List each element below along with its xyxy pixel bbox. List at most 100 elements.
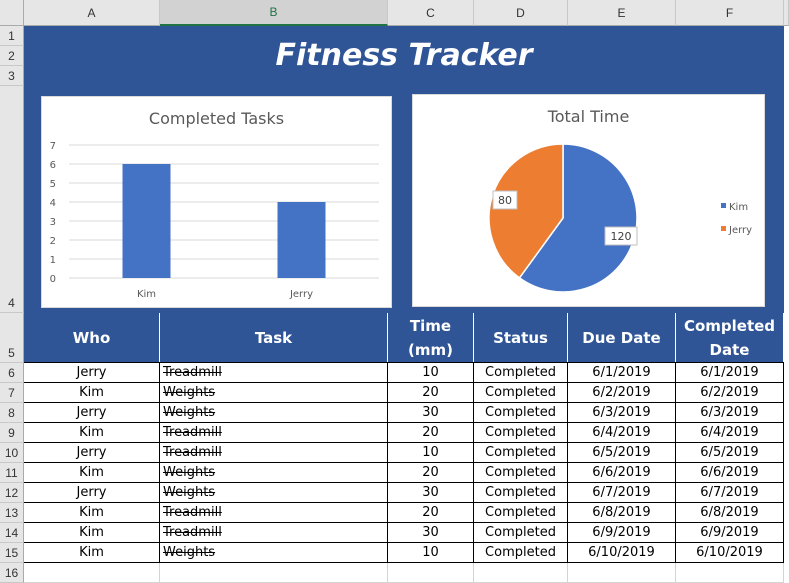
table-cell[interactable]: 6/7/2019	[568, 483, 676, 503]
column-header-D[interactable]: D	[474, 0, 568, 26]
row-header-7[interactable]: 7	[0, 383, 24, 403]
table-cell[interactable]: Completed	[474, 503, 568, 523]
table-cell[interactable]: Kim	[24, 503, 160, 523]
table-cell[interactable]: 6/9/2019	[568, 523, 676, 543]
table-cell[interactable]: Weights	[160, 483, 388, 503]
table-cell[interactable]: Completed	[474, 543, 568, 563]
table-cell[interactable]: 6/10/2019	[568, 543, 676, 563]
empty-cell[interactable]	[676, 563, 784, 583]
row-header-10[interactable]: 10	[0, 443, 24, 463]
table-cell[interactable]: Weights	[160, 383, 388, 403]
table-cell[interactable]: Completed	[474, 403, 568, 423]
table-header-status[interactable]: Status	[474, 313, 568, 363]
row-header-2[interactable]: 2	[0, 46, 24, 66]
table-cell[interactable]: 6/6/2019	[568, 463, 676, 483]
table-cell[interactable]: 6/2/2019	[568, 383, 676, 403]
table-cell[interactable]: 6/3/2019	[676, 403, 784, 423]
table-cell[interactable]: 10	[388, 543, 474, 563]
table-cell[interactable]: Weights	[160, 403, 388, 423]
empty-cell[interactable]	[568, 563, 676, 583]
table-cell[interactable]: 6/6/2019	[676, 463, 784, 483]
row-header-6[interactable]: 6	[0, 363, 24, 383]
row-header-5[interactable]: 5	[0, 313, 24, 363]
table-cell[interactable]: 6/9/2019	[676, 523, 784, 543]
table-cell[interactable]: 6/1/2019	[676, 363, 784, 383]
table-cell[interactable]: 6/3/2019	[568, 403, 676, 423]
column-header-B[interactable]: B	[160, 0, 388, 26]
table-cell[interactable]: Weights	[160, 463, 388, 483]
table-cell[interactable]: 6/2/2019	[676, 383, 784, 403]
table-cell[interactable]: 20	[388, 423, 474, 443]
table-cell[interactable]: 20	[388, 463, 474, 483]
table-cell[interactable]: 6/1/2019	[568, 363, 676, 383]
pie-chart-total-time[interactable]: Total Time 120 Kim 80 Jerry	[412, 94, 765, 307]
y-tick-label: 2	[50, 236, 56, 247]
row-header-1[interactable]: 1	[0, 26, 24, 46]
table-cell[interactable]: 6/5/2019	[676, 443, 784, 463]
table-cell[interactable]: 30	[388, 403, 474, 423]
table-cell[interactable]: Treadmill	[160, 423, 388, 443]
table-cell[interactable]: Treadmill	[160, 443, 388, 463]
table-cell[interactable]: Kim	[24, 423, 160, 443]
column-header-E[interactable]: E	[568, 0, 676, 26]
table-cell[interactable]: 30	[388, 483, 474, 503]
table-cell[interactable]: 6/10/2019	[676, 543, 784, 563]
table-cell[interactable]: 20	[388, 383, 474, 403]
table-cell[interactable]: Completed	[474, 523, 568, 543]
table-cell[interactable]: Kim	[24, 463, 160, 483]
table-cell[interactable]: Jerry	[24, 443, 160, 463]
table-cell[interactable]: Treadmill	[160, 523, 388, 543]
row-header-9[interactable]: 9	[0, 423, 24, 443]
table-cell[interactable]: 10	[388, 363, 474, 383]
table-cell[interactable]: Weights	[160, 543, 388, 563]
bar-chart-completed-tasks[interactable]: Completed Tasks 0 1 2 3 4 5 6 7 Kim Jerry	[41, 96, 392, 308]
table-header-completed-date[interactable]: Completed Date	[676, 313, 784, 363]
table-cell[interactable]: Jerry	[24, 363, 160, 383]
table-cell[interactable]: Completed	[474, 383, 568, 403]
column-header-F[interactable]: F	[676, 0, 784, 26]
table-header-task[interactable]: Task	[160, 313, 388, 363]
table-cell[interactable]: 30	[388, 523, 474, 543]
column-header-A[interactable]: A	[24, 0, 160, 26]
select-all-corner[interactable]	[0, 0, 24, 26]
table-cell[interactable]: Kim	[24, 543, 160, 563]
table-header-time-mm-[interactable]: Time (mm)	[388, 313, 474, 363]
table-cell[interactable]: Kim	[24, 523, 160, 543]
table-cell[interactable]: Kim	[24, 383, 160, 403]
empty-cell[interactable]	[474, 563, 568, 583]
y-tick-label: 4	[50, 198, 56, 209]
row-header-11[interactable]: 11	[0, 463, 24, 483]
table-cell[interactable]: Completed	[474, 443, 568, 463]
row-header-16[interactable]: 16	[0, 563, 24, 583]
table-cell[interactable]: 6/8/2019	[568, 503, 676, 523]
table-cell[interactable]: 6/4/2019	[676, 423, 784, 443]
table-cell[interactable]: 6/5/2019	[568, 443, 676, 463]
table-cell[interactable]: Completed	[474, 463, 568, 483]
table-cell[interactable]: Completed	[474, 363, 568, 383]
table-cell[interactable]: 6/4/2019	[568, 423, 676, 443]
table-cell[interactable]: 10	[388, 443, 474, 463]
table-cell[interactable]: Treadmill	[160, 363, 388, 383]
row-header-15[interactable]: 15	[0, 543, 24, 563]
table-cell[interactable]: 20	[388, 503, 474, 523]
table-header-due-date[interactable]: Due Date	[568, 313, 676, 363]
row-header-4[interactable]: 4	[0, 86, 24, 313]
row-header-14[interactable]: 14	[0, 523, 24, 543]
row-header-3[interactable]: 3	[0, 66, 24, 86]
empty-cell[interactable]	[160, 563, 388, 583]
bar-jerry	[277, 202, 326, 278]
table-cell[interactable]: 6/8/2019	[676, 503, 784, 523]
table-cell[interactable]: Jerry	[24, 403, 160, 423]
table-cell[interactable]: 6/7/2019	[676, 483, 784, 503]
table-cell[interactable]: Jerry	[24, 483, 160, 503]
table-cell[interactable]: Treadmill	[160, 503, 388, 523]
row-header-8[interactable]: 8	[0, 403, 24, 423]
column-header-C[interactable]: C	[388, 0, 474, 26]
row-header-13[interactable]: 13	[0, 503, 24, 523]
table-cell[interactable]: Completed	[474, 483, 568, 503]
table-cell[interactable]: Completed	[474, 423, 568, 443]
empty-cell[interactable]	[388, 563, 474, 583]
row-header-12[interactable]: 12	[0, 483, 24, 503]
table-header-who[interactable]: Who	[24, 313, 160, 363]
empty-cell[interactable]	[24, 563, 160, 583]
